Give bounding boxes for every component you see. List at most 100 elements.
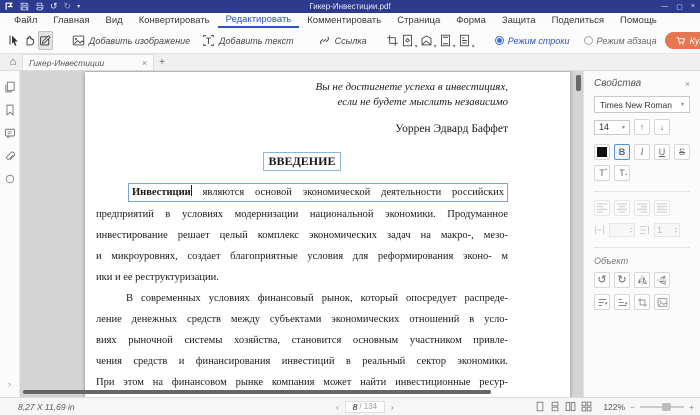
selection-handle[interactable] — [506, 200, 507, 201]
bookmarks-icon[interactable] — [4, 104, 16, 116]
menu-page[interactable]: Страница — [389, 13, 448, 28]
select-tool-button[interactable] — [8, 31, 21, 50]
bold-button[interactable]: B — [614, 144, 630, 160]
next-page-icon[interactable]: › — [391, 402, 394, 412]
paragraph-1[interactable]: Инвестиции являются основой экономическо… — [96, 183, 508, 288]
sidebar-expand-icon[interactable]: › — [8, 379, 11, 389]
paragraph-mode-radio[interactable]: Режим абзаца — [583, 36, 657, 46]
buy-now-button[interactable]: Купить сейчас — [664, 32, 700, 49]
search-icon[interactable] — [4, 173, 16, 185]
add-text-button[interactable]: Добавить текст — [197, 32, 299, 49]
bates-numbering-button[interactable]: ▾ — [458, 31, 475, 50]
subscript-button[interactable]: T ▪ — [614, 165, 630, 181]
menu-share[interactable]: Поделиться — [544, 13, 612, 28]
edit-tool-button[interactable] — [38, 31, 53, 50]
previous-page-icon[interactable]: ‹ — [336, 402, 339, 412]
superscript-button[interactable]: T ▪ — [594, 165, 610, 181]
text-selection-box[interactable]: Инвестиции являются основой экономическо… — [128, 183, 508, 202]
add-image-button[interactable]: Добавить изображение — [67, 32, 195, 49]
hand-tool-button[interactable] — [23, 31, 36, 50]
paragraph-2[interactable]: В современных условиях финансовый рынок,… — [96, 288, 508, 397]
pdf-page[interactable]: Вы не достигнете успеха в инвестициях, е… — [85, 72, 570, 397]
crop-button[interactable] — [386, 31, 399, 50]
two-page-view-icon[interactable] — [565, 401, 576, 412]
menu-edit[interactable]: Редактировать — [217, 13, 300, 28]
font-color-button[interactable] — [594, 144, 610, 160]
selection-handle[interactable] — [315, 184, 319, 185]
align-justify-button[interactable] — [654, 200, 670, 216]
zoom-out-icon[interactable]: − — [630, 402, 635, 412]
close-button[interactable]: × — [691, 3, 695, 11]
tab-close-icon[interactable]: × — [142, 58, 147, 68]
new-tab-button[interactable]: + — [154, 54, 170, 70]
flip-horizontal-button[interactable] — [634, 272, 650, 288]
page-number-input[interactable]: 8 / 134 — [344, 400, 385, 413]
rotate-right-button[interactable]: ↻ — [614, 272, 630, 288]
spinner-down-icon[interactable]: ▾ — [675, 230, 677, 234]
grid-view-icon[interactable] — [581, 401, 592, 412]
watermark-button[interactable]: ▾ — [401, 31, 418, 50]
align-right-button[interactable] — [634, 200, 650, 216]
font-family-select[interactable]: Times New Roman ▾ — [594, 96, 690, 113]
menu-form[interactable]: Форма — [448, 13, 494, 28]
maximize-button[interactable]: ▢ — [676, 3, 683, 11]
align-left-button[interactable] — [594, 200, 610, 216]
background-button[interactable]: ▾ — [420, 31, 437, 50]
save-icon[interactable] — [20, 2, 29, 11]
undo-icon[interactable]: ↺ — [50, 2, 58, 11]
font-size-select[interactable]: 14 ▾ — [594, 119, 630, 135]
panel-close-icon[interactable]: × — [685, 79, 690, 89]
epigraph-quote[interactable]: Вы не достигнете успеха в инвестициях, е… — [96, 80, 508, 110]
spinner-down-icon[interactable]: ▾ — [630, 230, 632, 234]
align-center-button[interactable] — [614, 200, 630, 216]
selection-handle[interactable] — [315, 200, 319, 201]
menu-comment[interactable]: Комментировать — [299, 13, 389, 28]
redo-icon[interactable]: ↻ — [64, 2, 72, 11]
selection-handle[interactable] — [506, 189, 507, 194]
underline-button[interactable]: U — [654, 144, 670, 160]
menu-convert[interactable]: Конвертировать — [131, 13, 218, 28]
continuous-view-icon[interactable] — [550, 401, 560, 412]
italic-button[interactable]: I — [634, 144, 650, 160]
replace-image-button[interactable] — [654, 294, 670, 310]
document-tab[interactable]: Гикер-Инвестиции × — [22, 54, 154, 70]
increase-font-button[interactable]: ↑ — [634, 119, 650, 135]
toolbar-options-icon[interactable]: ▾ — [77, 4, 80, 10]
single-page-view-icon[interactable] — [535, 401, 545, 412]
vertical-scrollbar-thumb[interactable] — [576, 75, 581, 91]
menu-home[interactable]: Главная — [45, 13, 97, 28]
print-icon[interactable] — [35, 2, 44, 11]
zoom-slider-thumb[interactable] — [662, 402, 672, 411]
distribute-objects-button[interactable]: ▾ — [614, 294, 630, 310]
menu-file[interactable]: Файл — [6, 13, 45, 28]
thumbnails-icon[interactable] — [4, 81, 16, 93]
selection-handle[interactable] — [506, 184, 507, 185]
chapter-heading[interactable]: ВВЕДЕНИЕ — [262, 152, 342, 171]
attachments-icon[interactable] — [4, 150, 16, 162]
rotate-left-button[interactable]: ↺ — [594, 272, 610, 288]
strikethrough-button[interactable]: S — [674, 144, 690, 160]
link-button[interactable]: Ссылка — [313, 32, 372, 49]
crop-object-button[interactable] — [634, 294, 650, 310]
annotations-icon[interactable] — [4, 127, 16, 139]
line-mode-radio[interactable]: Режим строки — [494, 36, 570, 46]
horizontal-scrollbar-thumb[interactable] — [23, 390, 491, 394]
selection-handle[interactable] — [129, 189, 130, 194]
menu-protect[interactable]: Защита — [494, 13, 544, 28]
header-footer-button[interactable]: ▾ — [439, 31, 456, 50]
selection-handle[interactable] — [129, 184, 130, 185]
minimize-button[interactable]: — — [661, 3, 668, 11]
document-area[interactable]: Вы не достигнете успеха в инвестициях, е… — [20, 71, 583, 397]
menu-help[interactable]: Помощь — [612, 13, 665, 28]
home-tab-icon[interactable]: ⌂ — [4, 54, 22, 70]
align-objects-button[interactable]: ▾ — [594, 294, 610, 310]
menu-view[interactable]: Вид — [98, 13, 131, 28]
line-spacing-input[interactable]: 1 ▴ ▾ — [654, 223, 680, 237]
quote-author[interactable]: Уоррен Эдвард Баффет — [96, 123, 508, 135]
char-spacing-input[interactable]: ▴ ▾ — [609, 223, 635, 237]
flip-vertical-button[interactable] — [654, 272, 670, 288]
zoom-in-icon[interactable]: + — [689, 402, 694, 412]
decrease-font-button[interactable]: ↓ — [654, 119, 670, 135]
selection-handle[interactable] — [129, 200, 130, 201]
zoom-slider[interactable] — [640, 402, 685, 411]
